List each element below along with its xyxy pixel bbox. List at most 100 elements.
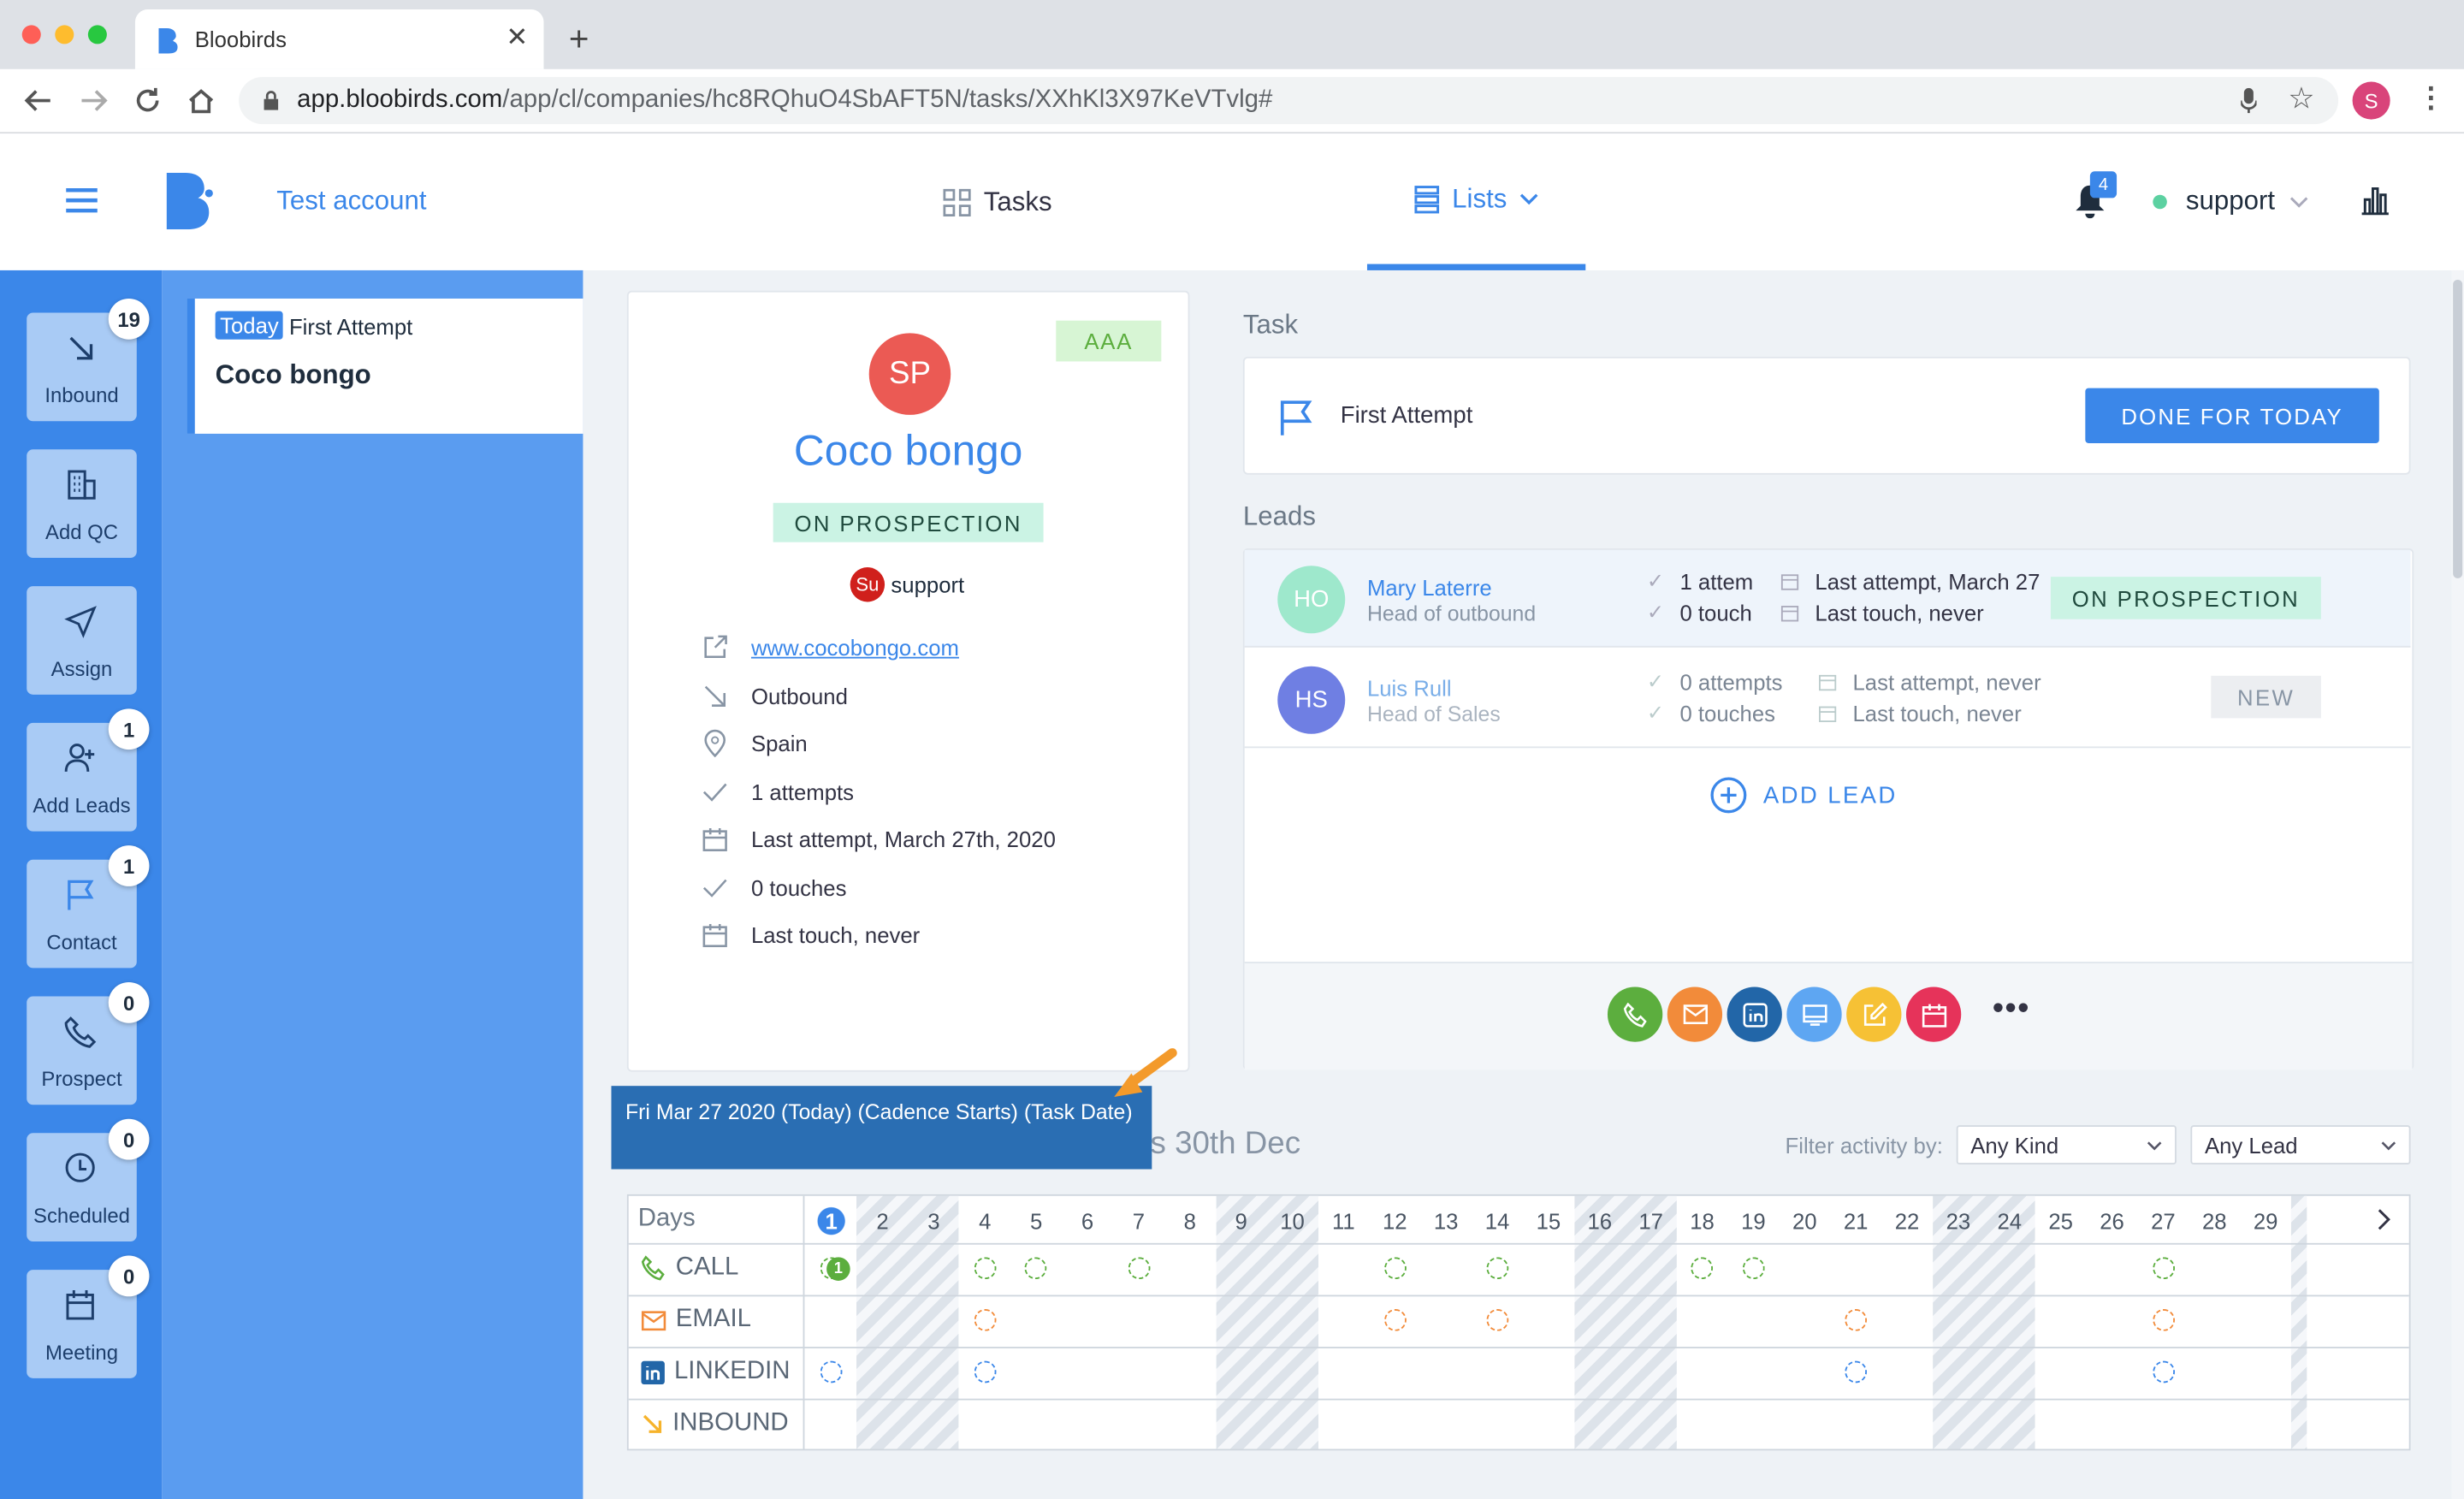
day-number[interactable]: 1 [806,1195,857,1247]
microphone-icon[interactable] [2241,87,2257,114]
reload-icon[interactable] [133,86,162,115]
lead-status[interactable]: NEW [2211,675,2321,719]
company-name[interactable]: Coco bongo [629,428,1188,477]
scrollbar-thumb[interactable] [2453,279,2463,578]
day-number[interactable]: 16 [1574,1196,1625,1247]
scheduled-activity-marker[interactable] [1486,1309,1508,1331]
day-number[interactable]: 26 [2087,1196,2137,1247]
scheduled-activity-marker[interactable] [1486,1257,1508,1280]
close-tab-icon[interactable]: ✕ [506,22,528,54]
day-number[interactable]: 13 [1421,1196,1472,1247]
address-bar[interactable]: app.bloobirds.com/app/cl/companies/hc8RQ… [239,77,2339,125]
tab-tasks[interactable]: Tasks [943,133,1052,270]
browser-tab[interactable]: Bloobirds ✕ [134,9,544,69]
scheduled-activity-marker[interactable] [974,1257,997,1280]
day-number[interactable]: 27 [2138,1196,2189,1247]
scheduled-activity-marker[interactable] [1128,1257,1150,1280]
day-number[interactable]: 3 [909,1196,959,1247]
day-number[interactable]: 10 [1267,1196,1318,1247]
day-number[interactable]: 28 [2189,1196,2240,1247]
scheduled-activity-marker[interactable] [1691,1257,1714,1280]
scheduled-activity-marker[interactable] [1845,1360,1868,1383]
rail-button-add-leads[interactable]: Add Leads 1 [27,708,150,832]
scheduled-activity-marker[interactable] [1025,1257,1047,1280]
scheduled-activity-marker[interactable] [1383,1309,1407,1331]
meeting-button[interactable] [1905,986,1962,1042]
day-number[interactable]: 21 [1831,1196,1881,1247]
day-number[interactable]: 20 [1780,1196,1830,1247]
day-number[interactable]: 17 [1626,1196,1676,1247]
scheduled-activity-marker[interactable] [1383,1257,1407,1280]
bar-chart-icon[interactable] [2360,186,2390,216]
minimize-window-icon[interactable] [55,25,74,44]
scheduled-activity-marker[interactable] [820,1360,843,1383]
kind-filter-select[interactable]: Any Kind [1956,1125,2177,1165]
rail-button-add-qc[interactable]: Add QC [27,449,137,559]
home-icon[interactable] [187,86,216,115]
rail-button-meeting[interactable]: Meeting 0 [27,1255,150,1378]
company-status[interactable]: ON PROSPECTION [773,502,1044,542]
day-number[interactable]: 29 [2241,1196,2291,1247]
bloobirds-logo[interactable] [166,173,214,230]
website-row[interactable]: www.cocobongo.com [702,635,959,660]
day-number[interactable]: 9 [1216,1196,1266,1247]
queue-item[interactable]: Today First Attempt Coco bongo [187,298,583,434]
scheduled-activity-marker[interactable] [974,1309,997,1331]
day-number[interactable]: 2 [857,1196,908,1247]
scheduled-activity-marker[interactable] [2152,1257,2175,1280]
day-number[interactable]: 18 [1677,1196,1727,1247]
browser-menu-icon[interactable]: ⋮ [2417,82,2445,116]
rail-button-scheduled[interactable]: Scheduled 0 [27,1118,150,1242]
back-icon[interactable] [24,88,52,113]
user-menu[interactable]: support [2186,186,2275,217]
day-number[interactable]: 19 [1728,1196,1779,1247]
more-icon[interactable]: ••• [1993,992,2030,1028]
day-number[interactable]: 7 [1113,1196,1164,1247]
rail-button-prospect[interactable]: Prospect 0 [27,981,150,1105]
day-number[interactable]: 23 [1934,1196,1984,1247]
scheduled-activity-marker[interactable] [2152,1309,2175,1331]
screen-button[interactable] [1786,986,1842,1042]
lead-row[interactable]: HS Luis Rull Head of Sales ✓ 0 attempts … [1244,650,2411,749]
close-window-icon[interactable] [21,25,41,44]
lead-name[interactable]: Luis Rull [1367,676,1452,701]
bookmark-star-icon[interactable]: ☆ [2288,82,2314,118]
scheduled-activity-marker[interactable] [974,1360,997,1383]
tab-lists[interactable]: Lists [1366,133,1586,270]
note-button[interactable] [1846,986,1902,1042]
rail-button-assign[interactable]: Assign [27,586,137,695]
day-number[interactable]: 4 [960,1196,1010,1247]
day-number[interactable]: 22 [1882,1196,1933,1247]
day-number[interactable]: 15 [1524,1196,1574,1247]
maximize-window-icon[interactable] [87,25,107,44]
lead-row[interactable]: HO Mary Laterre Head of outbound ✓ 1 att… [1244,549,2411,648]
scrollbar-track[interactable] [2451,270,2464,1499]
completed-call-count[interactable]: 1 [826,1257,850,1281]
day-number[interactable]: 25 [2035,1196,2086,1247]
chevron-down-icon[interactable] [2289,197,2308,210]
account-name[interactable]: Test account [276,186,426,217]
day-number[interactable]: 6 [1063,1196,1113,1247]
linkedin-button[interactable] [1727,986,1782,1042]
call-button[interactable] [1607,986,1663,1042]
day-number[interactable]: 12 [1370,1196,1420,1247]
day-number[interactable]: 24 [1984,1196,2035,1247]
email-button[interactable] [1667,986,1723,1042]
company-owner[interactable]: Su support [850,567,964,602]
add-lead-button[interactable]: ADD LEAD [1709,776,1897,814]
scheduled-activity-marker[interactable] [1742,1257,1765,1280]
day-number[interactable]: 11 [1318,1196,1369,1247]
hamburger-menu-icon[interactable] [66,187,98,214]
notifications[interactable]: 4 [2074,171,2118,227]
lead-status[interactable]: ON PROSPECTION [2050,577,2321,619]
chevron-right-icon[interactable] [2376,1208,2391,1230]
day-number[interactable]: 8 [1164,1196,1215,1247]
forward-icon[interactable] [80,88,109,113]
scheduled-activity-marker[interactable] [1845,1309,1868,1331]
lead-name[interactable]: Mary Laterre [1367,575,1492,600]
rail-button-contact[interactable]: Contact 1 [27,845,150,969]
rail-button-inbound[interactable]: Inbound 19 [27,298,150,422]
day-number[interactable]: 14 [1472,1196,1523,1247]
day-number[interactable]: 5 [1011,1196,1062,1247]
new-tab-icon[interactable]: + [569,19,589,60]
